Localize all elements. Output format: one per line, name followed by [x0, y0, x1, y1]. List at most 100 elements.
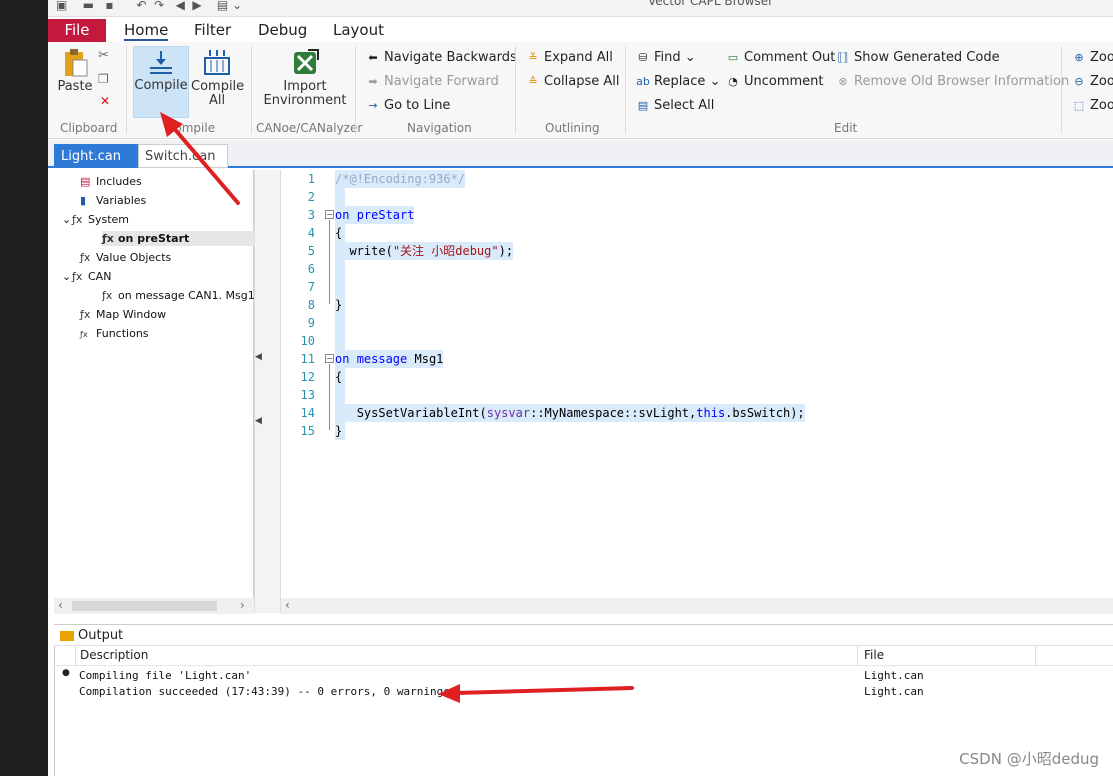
- binoculars-icon: ⛁: [638, 51, 648, 64]
- fold-line: [329, 364, 330, 430]
- line-number: 4: [307, 226, 315, 240]
- output-row-description[interactable]: Compiling file 'Light.can': [79, 669, 251, 682]
- line-number: 5: [307, 244, 315, 258]
- import-environment-button[interactable]: Import Environment: [262, 48, 348, 118]
- document-tabs: Light.can ✕ Switch.can: [48, 140, 1113, 188]
- code-editor[interactable]: 1 2 3 4 5 6 7 8 9 10 11 12 13 14 15 − − …: [281, 170, 1113, 598]
- collapse-left-icon[interactable]: ◀: [255, 416, 262, 426]
- tree-item-can[interactable]: ⌄ƒx CAN: [62, 269, 111, 284]
- menu-filter[interactable]: Filter: [194, 21, 231, 39]
- uncomment-button[interactable]: ◔ Uncomment: [726, 74, 823, 90]
- tree-item-functions[interactable]: ƒx Functions: [80, 326, 149, 342]
- tree-item-value-objects[interactable]: ƒx Value Objects: [80, 250, 171, 265]
- remove-icon: ⊗: [838, 75, 848, 88]
- remove-old-browser-info-button[interactable]: ⊗ Remove Old Browser Information: [836, 74, 1069, 90]
- expand-all-button[interactable]: ≚ Expand All: [526, 50, 612, 66]
- collapse-icon: ≙: [528, 75, 538, 88]
- code-line-12: {: [335, 368, 343, 386]
- comment-out-button[interactable]: ▭ Comment Out: [726, 50, 836, 66]
- line-number: 13: [300, 388, 315, 402]
- function-icon: ƒx: [80, 251, 91, 264]
- navigation-group-label: Navigation: [407, 121, 472, 135]
- cut-icon[interactable]: ✂: [98, 48, 109, 63]
- tree-item-on-prestart[interactable]: ƒx on preStart: [102, 231, 254, 246]
- tree-horizontal-scrollbar[interactable]: ‹ ›: [54, 598, 254, 614]
- menu-layout[interactable]: Layout: [333, 21, 384, 39]
- output-row-description[interactable]: Compilation succeeded (17:43:39) -- 0 er…: [79, 685, 450, 698]
- line-number: 6: [307, 262, 315, 276]
- column-description[interactable]: Description: [80, 648, 148, 662]
- pane-splitter[interactable]: ◀ ◀: [254, 170, 281, 613]
- fold-toggle-icon[interactable]: −: [325, 354, 334, 363]
- show-generated-code-button[interactable]: ⟦⟧ Show Generated Code: [836, 50, 1000, 66]
- chevron-down-icon[interactable]: ⌄: [62, 212, 72, 227]
- line-number: 11: [300, 352, 315, 366]
- tree-item-variables[interactable]: ▮ Variables: [80, 193, 146, 208]
- compile-all-button[interactable]: Compile All: [191, 48, 244, 118]
- fold-toggle-icon[interactable]: −: [325, 210, 334, 219]
- separator: [251, 46, 252, 134]
- zoom-out-button[interactable]: ⊖ Zoo: [1072, 74, 1113, 90]
- tree-item-map-window[interactable]: ƒx Map Window: [80, 307, 166, 322]
- variables-icon: ▮: [80, 194, 87, 207]
- compile-icon: [150, 51, 172, 74]
- code-line-15: }: [335, 422, 343, 440]
- quick-access-toolbar[interactable]: ▣ ▬ ▪ ↶ ↷ ◀ ▶ ▤ ⌄: [56, 0, 242, 12]
- column-divider[interactable]: [75, 646, 76, 666]
- select-all-button[interactable]: ▤ Select All: [636, 98, 715, 114]
- navigate-backwards-button[interactable]: ⬅ Navigate Backwards: [366, 50, 516, 66]
- menu-debug[interactable]: Debug: [258, 21, 307, 39]
- line-number: 14: [300, 406, 315, 420]
- delete-icon[interactable]: ✕: [100, 94, 110, 108]
- title-bar: ▣ ▬ ▪ ↶ ↷ ◀ ▶ ▤ ⌄ Vector CAPL Browser: [48, 0, 1113, 17]
- collapse-left-icon[interactable]: ◀: [255, 352, 262, 362]
- chevron-left-icon[interactable]: ‹: [58, 598, 63, 612]
- paste-icon: [65, 49, 88, 77]
- zoom-in-button[interactable]: ⊕ Zoo: [1072, 50, 1113, 66]
- separator: [515, 46, 516, 134]
- copy-icon[interactable]: ❐: [98, 72, 109, 86]
- zoom-fit-button[interactable]: ⬚ Zoo: [1072, 98, 1113, 114]
- editor-horizontal-scrollbar[interactable]: ‹: [281, 598, 1113, 614]
- clipboard-group-label: Clipboard: [60, 121, 118, 135]
- tree-item-on-message[interactable]: ƒxon message CAN1. Msg1 (0x: [102, 288, 254, 303]
- output-row-file[interactable]: Light.can: [864, 685, 924, 698]
- replace-button[interactable]: ab Replace ⌄: [636, 74, 720, 90]
- line-number: 10: [300, 334, 315, 348]
- desktop-background-strip: [0, 0, 48, 776]
- chevron-left-icon[interactable]: ‹: [285, 598, 290, 612]
- navigate-forward-button[interactable]: ➡ Navigate Forward: [366, 74, 498, 90]
- zoom-in-icon: ⊕: [1074, 51, 1084, 64]
- menu-file[interactable]: File: [48, 19, 106, 42]
- find-button[interactable]: ⛁ Find ⌄: [636, 50, 695, 66]
- output-table-header: [55, 646, 1113, 666]
- tab-switch-can[interactable]: Switch.can: [138, 144, 228, 168]
- go-to-line-button[interactable]: → Go to Line: [366, 98, 450, 114]
- tree-item-system[interactable]: ⌄ƒx System: [62, 212, 129, 227]
- select-all-icon: ▤: [637, 99, 649, 112]
- chevron-right-icon[interactable]: ›: [240, 598, 245, 612]
- edit-group-label: Edit: [834, 121, 858, 135]
- column-divider[interactable]: [1035, 646, 1036, 666]
- column-file[interactable]: File: [864, 648, 884, 662]
- compile-group-label: Compile: [166, 121, 216, 135]
- menu-home[interactable]: Home: [124, 21, 169, 41]
- ribbon: Paste ✂ ❐ ✕ Clipboard Compile Compile Al…: [48, 42, 1113, 139]
- comment-icon: ▭: [727, 51, 739, 64]
- separator: [126, 46, 127, 134]
- includes-icon: ▤: [80, 175, 91, 188]
- tree-item-includes[interactable]: ▤ Includes: [80, 174, 142, 189]
- paste-button[interactable]: Paste: [54, 48, 96, 108]
- column-divider[interactable]: [857, 646, 858, 666]
- scrollbar-thumb[interactable]: [72, 601, 217, 611]
- collapse-all-button[interactable]: ≙ Collapse All: [526, 74, 619, 90]
- output-row-file[interactable]: Light.can: [864, 669, 924, 682]
- menu-bar: File Home Filter Debug Layout: [48, 17, 1113, 42]
- code-line-11: on message Msg1: [335, 350, 444, 368]
- chevron-down-icon[interactable]: ⌄: [62, 269, 72, 284]
- tab-light-can[interactable]: Light.can ✕: [54, 144, 138, 188]
- compile-button[interactable]: Compile: [133, 46, 189, 118]
- output-table: Description File ● Compiling file 'Light…: [54, 646, 1113, 776]
- replace-icon: ab: [636, 75, 650, 88]
- line-number: 2: [307, 190, 315, 204]
